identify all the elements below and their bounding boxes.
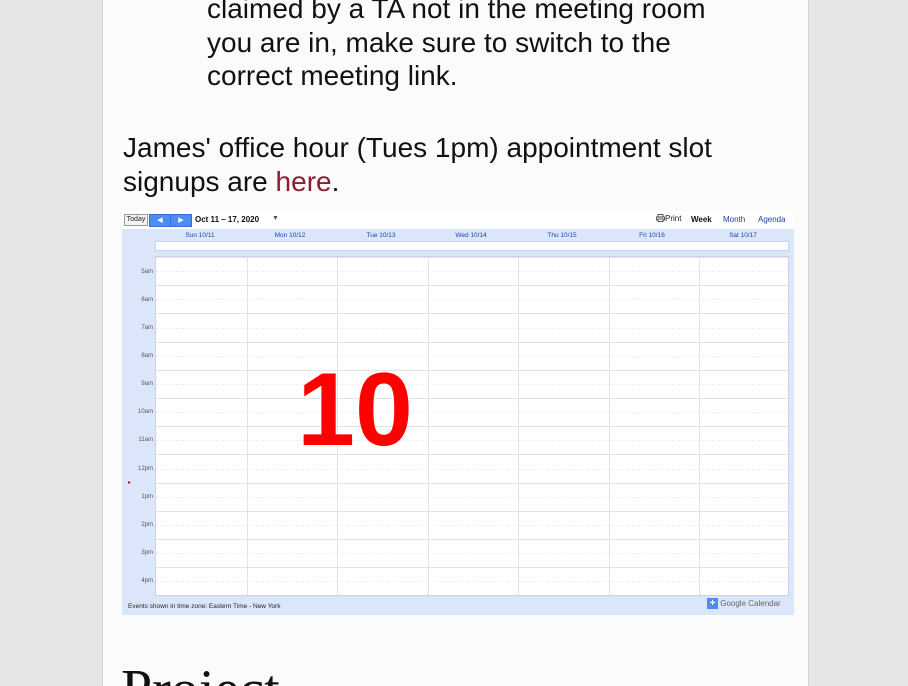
- day-header[interactable]: Thu 10/15: [517, 232, 607, 239]
- hour-label: 10am: [137, 409, 153, 415]
- paragraph-end: .: [331, 166, 340, 197]
- hour-label: 1pm: [141, 494, 153, 500]
- today-button[interactable]: Today: [124, 214, 148, 226]
- day-header[interactable]: Wed 10/14: [426, 232, 516, 239]
- office-hour-paragraph: James' office hour (Tues 1pm) appointmen…: [123, 131, 793, 199]
- hour-line: [156, 454, 788, 456]
- hour-label: 8am: [141, 353, 153, 359]
- day-column-divider: [427, 257, 429, 595]
- hour-label: 12pm: [137, 466, 153, 472]
- paragraph-text: James' office hour (Tues 1pm) appointmen…: [123, 132, 712, 197]
- calendar-toolbar: Today ◀ ▶ Oct 11 – 17, 2020 ▼ Print Week…: [122, 211, 794, 231]
- embedded-calendar: Today ◀ ▶ Oct 11 – 17, 2020 ▼ Print Week…: [122, 211, 794, 615]
- half-hour-line: [156, 271, 788, 273]
- chevron-left-icon: ◀: [157, 217, 163, 224]
- hour-line: [156, 285, 788, 287]
- overlay-number: 10: [297, 352, 413, 468]
- all-day-row[interactable]: [155, 241, 789, 251]
- half-hour-line: [156, 524, 788, 526]
- section-heading: Project: [121, 660, 280, 686]
- print-button[interactable]: Print: [656, 214, 681, 223]
- hour-label: 11am: [138, 437, 153, 443]
- half-hour-line: [156, 355, 788, 357]
- day-column-divider: [608, 257, 610, 595]
- hour-line: [156, 369, 788, 371]
- note-line: correct meeting link.: [207, 60, 458, 91]
- date-range-label: Oct 11 – 17, 2020: [195, 215, 260, 224]
- hour-line: [156, 482, 788, 484]
- tab-agenda[interactable]: Agenda: [758, 215, 786, 224]
- timezone-note: Events shown in time zone: Eastern Time …: [128, 603, 281, 610]
- signup-link[interactable]: here: [276, 166, 332, 197]
- hour-line: [156, 426, 788, 428]
- tab-week[interactable]: Week: [691, 215, 712, 224]
- hour-label: 5am: [141, 269, 153, 275]
- hour-label: 2pm: [141, 522, 153, 528]
- chevron-right-icon: ▶: [178, 217, 184, 224]
- half-hour-line: [156, 468, 788, 470]
- half-hour-line: [156, 553, 788, 555]
- half-hour-line: [156, 496, 788, 498]
- day-header[interactable]: Sun 10/11: [155, 232, 245, 239]
- current-time-marker: ▸: [128, 480, 132, 486]
- time-grid[interactable]: [155, 256, 789, 596]
- hour-line: [156, 539, 788, 540]
- google-calendar-label: Google Calendar: [720, 599, 781, 608]
- hour-line: [156, 313, 788, 315]
- day-header[interactable]: Fri 10/16: [607, 232, 697, 239]
- hour-label: 6am: [141, 297, 153, 303]
- prev-week-button[interactable]: ◀: [149, 214, 171, 227]
- day-header[interactable]: Sat 10/17: [698, 232, 788, 239]
- google-calendar-badge[interactable]: + Google Calendar: [707, 598, 781, 610]
- day-column-divider: [699, 257, 700, 595]
- hour-label: 7am: [141, 325, 153, 331]
- day-column-divider: [246, 257, 248, 595]
- plus-icon: +: [707, 598, 718, 609]
- calendar-week-view: Sun 10/11 Mon 10/12 Tue 10/13 Wed 10/14 …: [122, 229, 794, 615]
- next-week-button[interactable]: ▶: [170, 214, 192, 227]
- day-header[interactable]: Mon 10/12: [245, 232, 335, 239]
- hour-label: 4pm: [141, 578, 153, 584]
- hour-line: [156, 510, 788, 512]
- hour-line: [156, 398, 788, 399]
- printer-icon: [656, 214, 665, 222]
- document-page: claimed by a TA not in the meeting room …: [102, 0, 809, 686]
- half-hour-line: [156, 383, 788, 385]
- date-range-dropdown-icon[interactable]: ▼: [272, 215, 279, 222]
- hour-line: [156, 567, 788, 569]
- hour-line: [156, 341, 788, 343]
- indented-note: claimed by a TA not in the meeting room …: [207, 0, 797, 93]
- tab-month[interactable]: Month: [723, 215, 745, 224]
- note-line: claimed by a TA not in the meeting room: [207, 0, 706, 24]
- print-label: Print: [665, 214, 682, 223]
- day-header[interactable]: Tue 10/13: [336, 232, 426, 239]
- day-column-divider: [518, 257, 519, 595]
- half-hour-line: [156, 440, 788, 442]
- half-hour-line: [156, 412, 788, 414]
- hour-label: 3pm: [141, 550, 153, 556]
- half-hour-line: [156, 581, 788, 583]
- half-hour-line: [156, 327, 788, 329]
- note-line: you are in, make sure to switch to the: [207, 26, 671, 58]
- half-hour-line: [156, 299, 788, 301]
- hour-line: [156, 257, 788, 258]
- hour-label: 9am: [141, 381, 153, 387]
